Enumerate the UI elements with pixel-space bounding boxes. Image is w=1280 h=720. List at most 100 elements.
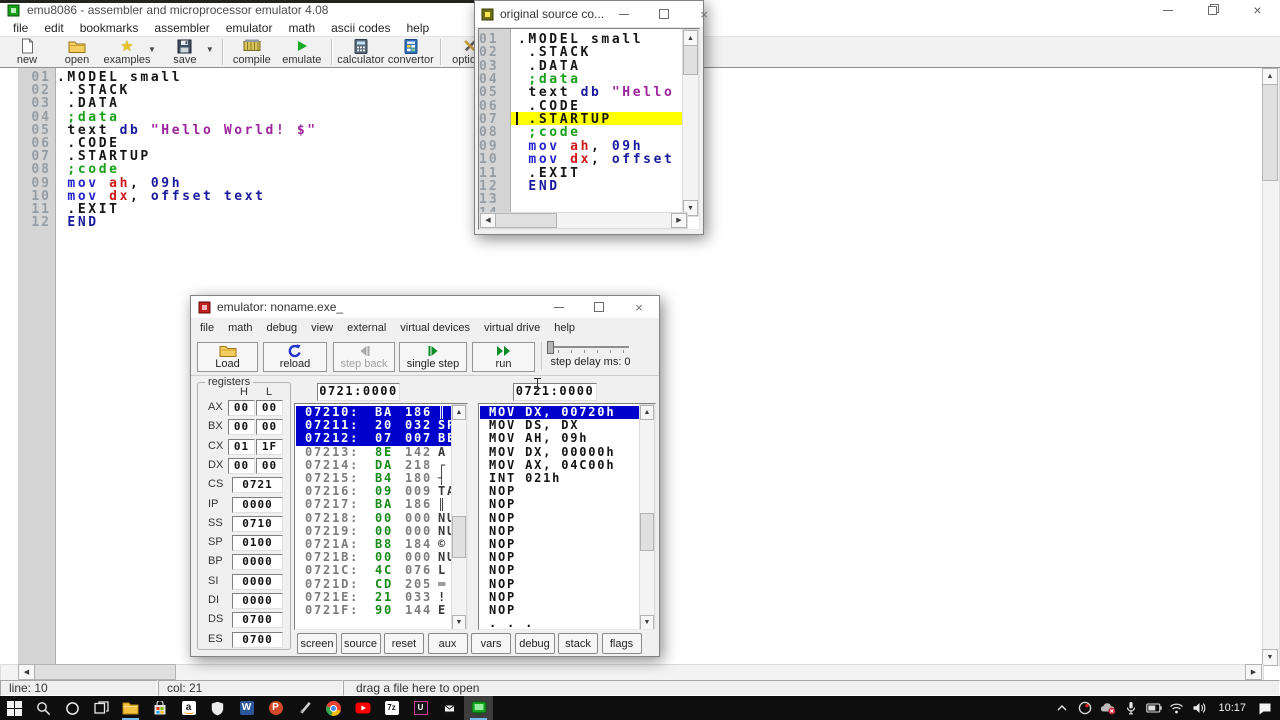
taskbar-snip-pen-button[interactable]: [290, 696, 319, 720]
scroll-left-button[interactable]: ◀: [480, 213, 496, 228]
disassembly-row[interactable]: NOP: [480, 512, 641, 525]
popup-close-button[interactable]: ×: [684, 1, 724, 27]
taskbar-mail-button[interactable]: [435, 696, 464, 720]
register-DI-field[interactable]: 0000: [232, 593, 283, 609]
disassembly-row[interactable]: NOP: [480, 538, 641, 551]
register-SS-field[interactable]: 0710: [232, 515, 283, 532]
emulator-menu-debug[interactable]: debug: [260, 322, 305, 334]
register-AX-low-field[interactable]: 00: [256, 400, 283, 416]
emulator-minimize-button[interactable]: [539, 296, 579, 318]
taskbar-cortana-button[interactable]: [58, 696, 87, 720]
memory-address-field[interactable]: 0721:0000: [317, 383, 400, 401]
popup-minimize-button[interactable]: [604, 1, 644, 27]
register-CX-high-field[interactable]: 01: [228, 438, 255, 455]
register-DS-field[interactable]: 0700: [232, 612, 283, 629]
popup-maximize-button[interactable]: [644, 1, 684, 27]
register-DX-low-field[interactable]: 00: [256, 457, 283, 474]
code-line[interactable]: .STACK: [57, 84, 130, 97]
examples-button[interactable]: ★ examples: [102, 37, 152, 67]
convertor-button[interactable]: convertor: [386, 37, 436, 67]
taskbar-emu8086-button[interactable]: [464, 696, 493, 720]
vars-button[interactable]: vars: [471, 633, 511, 654]
step-delay-slider-track[interactable]: [549, 346, 629, 348]
code-line[interactable]: .DATA: [518, 60, 581, 73]
emulator-window[interactable]: emulator: noname.exe_ × file math debug view e…: [190, 295, 660, 657]
disassembly-row[interactable]: NOP: [480, 578, 641, 591]
emulator-maximize-button[interactable]: [579, 296, 619, 318]
code-line[interactable]: END: [57, 216, 99, 229]
scroll-thumb[interactable]: [495, 213, 557, 228]
popup-source-view[interactable]: 01 .MODEL small 02 .STACK 03 .DATA 04 ;data 0…: [478, 28, 700, 230]
code-line[interactable]: .MODEL small: [518, 33, 643, 46]
tray-onedrive-button[interactable]: [1096, 696, 1119, 720]
code-line[interactable]: ;code: [57, 163, 120, 176]
menu-item-assembler[interactable]: assembler: [146, 21, 217, 35]
debug-button[interactable]: debug: [514, 633, 555, 654]
step-delay-slider-thumb[interactable]: [547, 341, 554, 354]
code-line[interactable]: text db "Hello World! $": [518, 86, 685, 99]
tray-volume-button[interactable]: [1188, 696, 1211, 720]
emulator-menu-help[interactable]: help: [547, 322, 582, 334]
scroll-down-button[interactable]: ▼: [452, 615, 466, 629]
save-button[interactable]: save: [160, 37, 210, 67]
reload-button[interactable]: reload: [263, 342, 327, 372]
menu-item-bookmarks[interactable]: bookmarks: [72, 21, 147, 35]
taskbar-explorer-button[interactable]: [116, 696, 145, 720]
code-line[interactable]: .STARTUP: [57, 150, 151, 163]
scroll-thumb[interactable]: [640, 513, 654, 551]
scroll-thumb[interactable]: [1262, 84, 1278, 181]
disassembly-row[interactable]: NOP: [480, 604, 641, 617]
disassembly-row[interactable]: MOV DS, DX: [480, 419, 641, 432]
memory-row[interactable]: 07218:00000NU: [296, 512, 453, 525]
save-dropdown-caret[interactable]: ▼: [206, 45, 214, 54]
register-SI-field[interactable]: 0000: [232, 573, 283, 590]
scroll-up-button[interactable]: ▲: [683, 30, 698, 46]
compile-button[interactable]: compile: [227, 37, 277, 67]
code-line[interactable]: ;data: [518, 73, 581, 86]
Load-button[interactable]: Load: [197, 342, 258, 372]
disassembly-address-field[interactable]: 0721:0000: [513, 383, 597, 401]
memory-row[interactable]: 07212:07007BE: [296, 432, 453, 446]
disassembly-row[interactable]: INT 021h: [480, 472, 641, 485]
memory-row[interactable]: 07210: BA 186 ║: [296, 406, 453, 420]
new-button[interactable]: new: [2, 37, 52, 67]
menu-item-file[interactable]: file: [5, 21, 36, 35]
source-button[interactable]: source: [340, 633, 381, 654]
taskbar-defender-button[interactable]: [203, 696, 232, 720]
memory-row[interactable]: 07215: B4 180 ┤: [296, 472, 453, 485]
register-BP-field[interactable]: 0000: [232, 554, 283, 571]
memory-scrollbar[interactable]: ▲ ▼: [451, 404, 467, 629]
popup-titlebar[interactable]: original source co... ×: [475, 1, 708, 28]
taskbar-task-view-button[interactable]: [87, 696, 116, 720]
code-line[interactable]: .CODE: [57, 137, 120, 150]
scroll-up-button[interactable]: ▲: [1262, 68, 1278, 85]
code-line[interactable]: .EXIT: [57, 203, 120, 216]
restore-button[interactable]: [1190, 0, 1235, 20]
run-button[interactable]: run: [472, 342, 535, 372]
emulator-titlebar[interactable]: emulator: noname.exe_ ×: [191, 296, 659, 318]
disassembly-row[interactable]: MOV DX, 00000h: [480, 446, 641, 459]
code-line[interactable]: .DATA: [57, 97, 120, 110]
popup-vertical-scrollbar[interactable]: ▲ ▼: [682, 29, 699, 217]
register-CS-field[interactable]: 0721: [232, 477, 283, 494]
code-line[interactable]: .STACK: [518, 46, 591, 59]
code-line[interactable]: mov ah, 09h: [57, 177, 182, 190]
register-DX-high-field[interactable]: 00: [228, 457, 255, 474]
scroll-down-button[interactable]: ▼: [1262, 649, 1278, 666]
memory-row[interactable]: 0721B:00000NU: [296, 551, 453, 564]
memory-row[interactable]: 0721D: CD 205 ═: [296, 578, 453, 591]
emulator-menu-view[interactable]: view: [304, 322, 340, 334]
emulator-menu-external[interactable]: external: [340, 322, 393, 334]
code-line[interactable]: .EXIT: [518, 167, 581, 180]
memory-row[interactable]: 07211:20032SP: [296, 419, 453, 433]
disassembly-panel[interactable]: MOV DX, 00720h MOV DS, DX MOV AH, 09h MOV D…: [478, 403, 656, 630]
emulate-button[interactable]: emulate: [277, 37, 327, 67]
screen-button[interactable]: screen: [297, 633, 337, 654]
taskbar-powerpoint-button[interactable]: P: [261, 696, 290, 720]
emulator-menu-file[interactable]: file: [193, 322, 221, 334]
tray-chevron-up-button[interactable]: [1050, 696, 1073, 720]
original-source-window[interactable]: original source co... × 01 .MODEL small 02 .…: [474, 0, 708, 235]
taskbar-youtube-button[interactable]: [348, 696, 377, 720]
code-line[interactable]: mov dx, offset text: [518, 153, 685, 166]
code-line[interactable]: END: [518, 180, 560, 193]
